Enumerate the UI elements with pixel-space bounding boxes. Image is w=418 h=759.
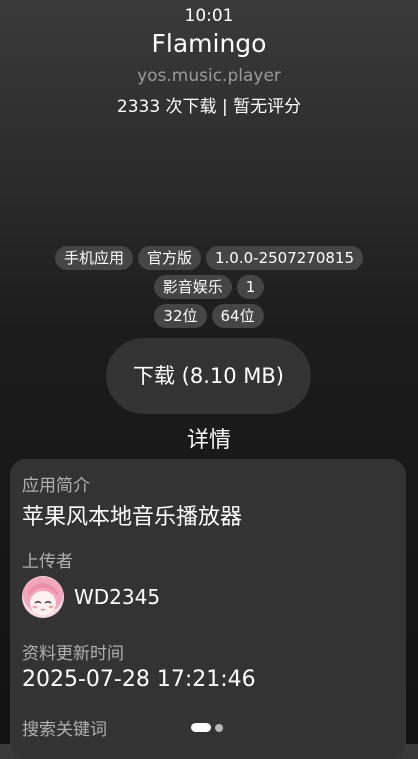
keywords-label: 搜索关键词 — [22, 720, 107, 740]
tag-version: 1.0.0-2507270815 — [206, 246, 364, 270]
tag-category: 影音娱乐 — [153, 275, 232, 299]
updated-value: 2025-07-28 17:21:46 — [22, 667, 256, 692]
intro-text: 苹果风本地音乐播放器 — [22, 505, 243, 530]
tag-row: 手机应用 官方版 1.0.0-2507270815 — [0, 246, 418, 270]
avatar-anime-girl-icon — [22, 576, 64, 618]
tag-edition: 官方版 — [137, 246, 201, 270]
tag-platform: 手机应用 — [54, 246, 133, 270]
tag-row: 32位 64位 — [0, 304, 418, 328]
tag-row: 影音娱乐 1 — [0, 275, 418, 299]
page-dot-active — [191, 723, 211, 732]
avatar — [22, 576, 64, 618]
tag-count: 1 — [236, 275, 265, 299]
page-dot — [215, 723, 223, 732]
uploader-name: WD2345 — [74, 585, 161, 609]
app-name: Flamingo — [151, 29, 267, 58]
details-title: 详情 — [186, 428, 231, 453]
uploader-label: 上传者 — [22, 552, 73, 572]
details-card: 应用简介 苹果风本地音乐播放器 上传者 WD2345 资料更新时间 2025-0… — [10, 459, 406, 759]
uploader-row[interactable]: WD2345 — [22, 575, 160, 619]
download-stats: 2333 次下载 | 暂无评分 — [116, 97, 302, 117]
status-bar-time: 10:01 — [184, 6, 234, 26]
tag-arch-64: 64位 — [211, 304, 264, 328]
page-indicator — [191, 723, 223, 732]
package-name: yos.music.player — [137, 66, 281, 86]
intro-label: 应用简介 — [22, 476, 90, 496]
download-button[interactable]: 下载 (8.10 MB) — [106, 338, 311, 414]
updated-label: 资料更新时间 — [22, 644, 124, 664]
tag-arch-32: 32位 — [154, 304, 207, 328]
